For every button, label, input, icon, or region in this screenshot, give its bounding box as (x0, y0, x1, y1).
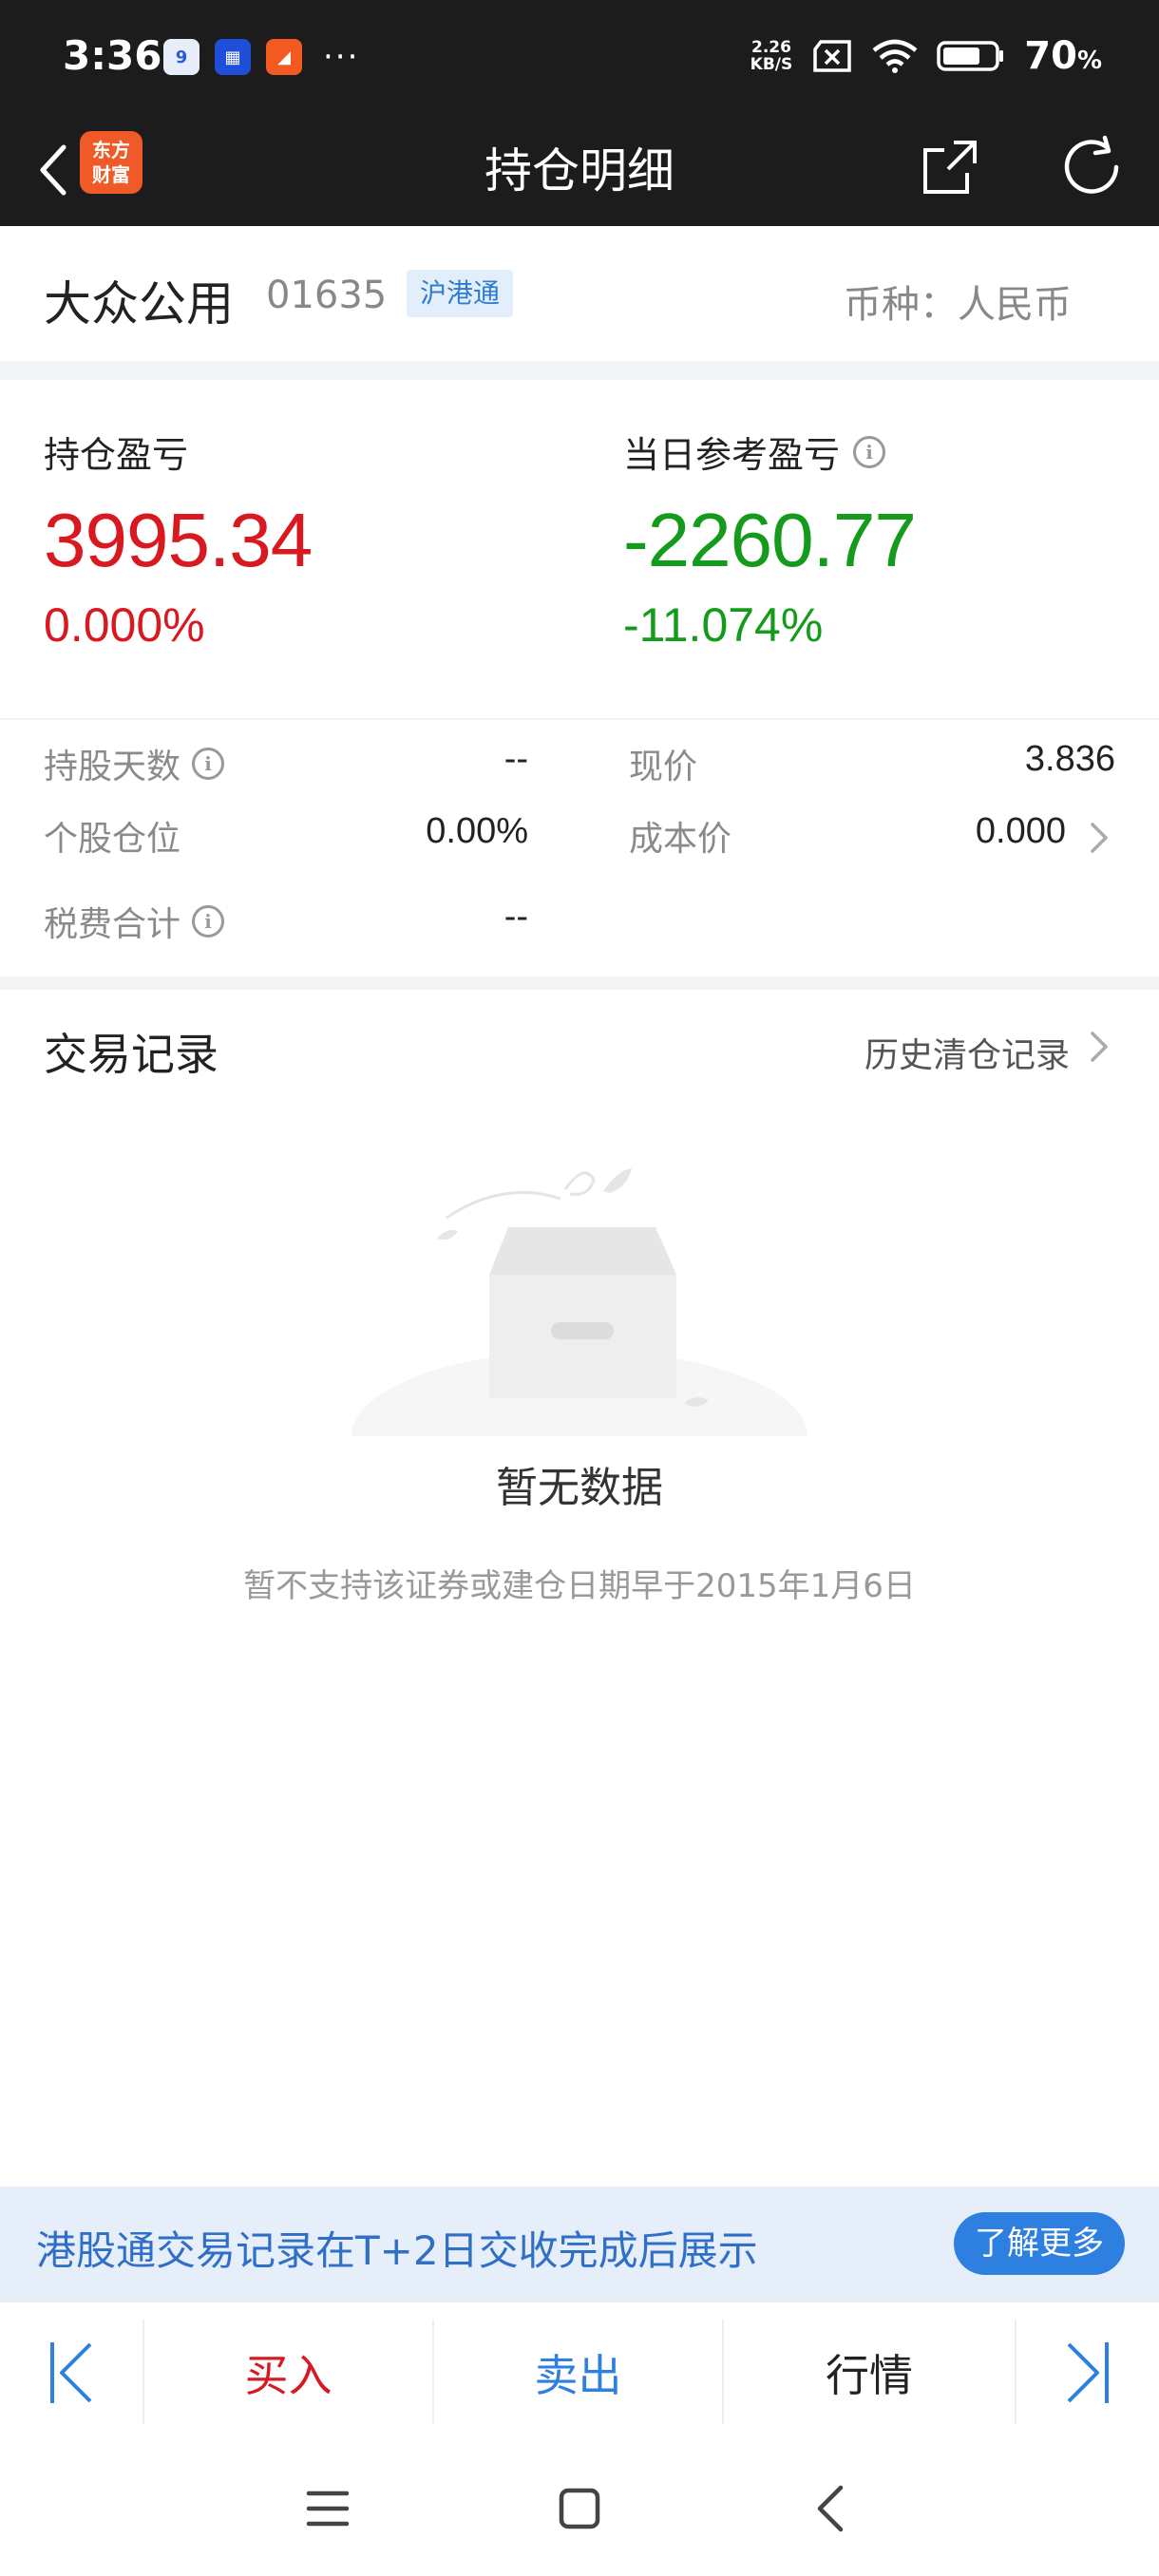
daily-pnl-pct: -11.074% (623, 598, 824, 652)
trade-records-header: 交易记录 历史清仓记录 (0, 990, 1159, 1104)
refresh-icon (1064, 135, 1119, 194)
sell-button[interactable]: 卖出 (434, 2302, 722, 2443)
chevron-right-icon[interactable] (1085, 1028, 1113, 1066)
stock-header: 大众公用 01635 沪港通 币种：人民币 (0, 226, 1159, 361)
skip-next-icon (1067, 2342, 1109, 2403)
daily-pnl-label: 当日参考盈亏 (623, 434, 841, 476)
notification-icons: 9 ▦ ◢ ··· (163, 38, 359, 76)
detail-row: 个股仓位 0.00% 成本价 0.000 (0, 811, 1159, 868)
battery-icon (937, 41, 1004, 71)
nav-bar: 东方 财富 持仓明细 (0, 116, 1159, 226)
action-bar: 买入 卖出 行情 (0, 2301, 1159, 2441)
empty-box-illustration (342, 1168, 817, 1493)
previous-stock-button[interactable] (0, 2302, 142, 2443)
trade-records-title: 交易记录 (44, 1029, 218, 1080)
stock-name: 大众公用 (44, 276, 234, 331)
battery-value: 70 (1024, 34, 1077, 78)
wifi-icon (872, 39, 918, 73)
detail-row: 持股天数 i -- 现价 3.836 (0, 739, 1159, 796)
position-pnl-pct: 0.000% (44, 598, 205, 652)
share-icon (923, 141, 977, 194)
hold-days-label-row: 持股天数 i (44, 739, 225, 788)
daily-pnl-label-row: 当日参考盈亏 i (623, 426, 916, 478)
tax-label-row: 税费合计 i (44, 897, 225, 946)
sim-off-icon (813, 40, 852, 72)
net-speed-value: 2.26 (750, 38, 791, 57)
position-ratio-value: 0.00% (426, 811, 528, 851)
learn-more-button[interactable]: 了解更多 (954, 2212, 1125, 2275)
stock-code: 01635 (266, 274, 388, 317)
position-ratio-label: 个股仓位 (44, 820, 181, 859)
cost-price-value[interactable]: 0.000 (976, 811, 1066, 852)
position-pnl: 持仓盈亏 3995.34 0.000% (44, 426, 313, 653)
battery-unit: % (1076, 47, 1102, 75)
tax-label: 税费合计 (44, 905, 181, 944)
empty-subtext: 暂不支持该证券或建仓日期早于2015年1月6日 (243, 1567, 916, 1605)
hold-days-value: -- (504, 739, 528, 779)
app-icon-2: ▦ (215, 39, 251, 75)
home-square-icon (559, 2488, 600, 2529)
history-clearance-link[interactable]: 历史清仓记录 (864, 1028, 1070, 1077)
system-nav-bar (0, 2441, 1159, 2576)
home-nav-button[interactable] (546, 2475, 613, 2542)
notice-banner: 港股通交易记录在T+2日交收完成后展示 了解更多 (0, 2187, 1159, 2301)
currency-label: 币种：人民币 (844, 283, 1072, 327)
empty-message: 暂无数据 (496, 1464, 663, 1512)
app-icon-1: 9 (163, 39, 200, 75)
back-nav-button[interactable] (798, 2475, 864, 2542)
status-bar: 3:36 9 ▦ ◢ ··· 2.26 KB/S 70% (0, 0, 1159, 116)
status-time: 3:36 (63, 32, 162, 79)
market-badge: 沪港通 (407, 270, 514, 317)
pnl-section: 持仓盈亏 3995.34 0.000% 当日参考盈亏 i -2260.77 -1… (0, 380, 1159, 717)
hold-days-label: 持股天数 (44, 748, 181, 786)
next-stock-button[interactable] (1016, 2302, 1159, 2443)
position-pnl-value: 3995.34 (44, 498, 313, 582)
position-details: 持股天数 i -- 现价 3.836 个股仓位 0.00% 成本价 0.000 … (0, 718, 1159, 976)
net-speed: 2.26 KB/S (750, 39, 793, 73)
detail-row: 税费合计 i -- (0, 897, 1159, 954)
position-pnl-label: 持仓盈亏 (44, 434, 189, 476)
net-speed-unit: KB/S (750, 55, 793, 74)
back-triangle-icon (817, 2485, 844, 2532)
price-value: 3.836 (1024, 739, 1115, 779)
buy-button[interactable]: 买入 (144, 2302, 432, 2443)
app-icon-3: ◢ (266, 39, 302, 75)
refresh-button[interactable] (1054, 129, 1130, 205)
share-button[interactable] (912, 129, 988, 205)
tax-value: -- (504, 897, 528, 937)
daily-pnl-value: -2260.77 (623, 498, 917, 582)
notice-text: 港股通交易记录在T+2日交收完成后展示 (36, 2227, 758, 2274)
empty-state: 暂无数据 暂不支持该证券或建仓日期早于2015年1月6日 (0, 1104, 1159, 2187)
menu-nav-button[interactable] (294, 2475, 361, 2542)
status-right: 2.26 KB/S 70% (750, 34, 1102, 78)
section-divider (0, 361, 1159, 380)
more-notifications-icon: ··· (323, 38, 360, 76)
info-icon[interactable]: i (853, 435, 886, 468)
section-divider (0, 976, 1159, 990)
info-icon[interactable]: i (192, 905, 225, 938)
price-label: 现价 (629, 748, 698, 786)
menu-icon (306, 2491, 350, 2527)
info-icon[interactable]: i (192, 748, 225, 780)
chevron-right-icon[interactable] (1085, 819, 1113, 857)
cost-price-label: 成本价 (629, 820, 732, 859)
daily-pnl: 当日参考盈亏 i -2260.77 -11.074% (623, 426, 917, 653)
skip-previous-icon (50, 2342, 92, 2403)
battery-level: 70% (1024, 34, 1102, 78)
quote-button[interactable]: 行情 (724, 2302, 1015, 2443)
